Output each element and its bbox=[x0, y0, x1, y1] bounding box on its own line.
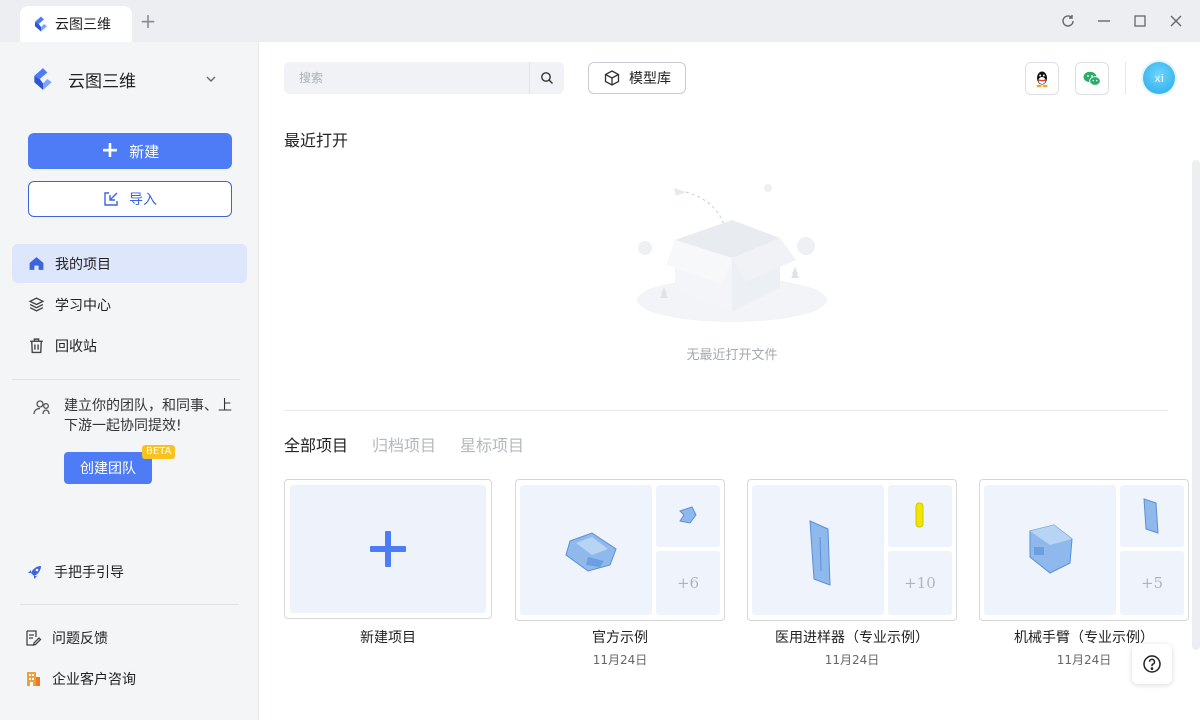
sidebar-item-label: 学习中心 bbox=[55, 297, 111, 314]
chevron-down-icon[interactable] bbox=[204, 72, 218, 86]
plus-icon[interactable]: + bbox=[138, 11, 158, 31]
project-card[interactable]: +10 bbox=[747, 479, 957, 621]
home-icon bbox=[29, 257, 44, 270]
tab-all-projects[interactable]: 全部项目 bbox=[284, 432, 348, 456]
project-name[interactable]: 官方示例 bbox=[515, 627, 725, 647]
toolbar-separator bbox=[1125, 62, 1126, 94]
brand-name: 云图三维 bbox=[68, 71, 136, 92]
brand[interactable]: 云图三维 bbox=[30, 66, 136, 92]
sidebar-divider bbox=[20, 604, 239, 605]
refresh-icon[interactable] bbox=[1058, 11, 1078, 31]
enterprise-label: 企业客户咨询 bbox=[52, 672, 136, 688]
model-library-label: 模型库 bbox=[629, 71, 671, 87]
app-logo-icon bbox=[35, 16, 47, 32]
section-divider bbox=[284, 410, 1168, 411]
more-count: +10 bbox=[888, 551, 952, 615]
project-thumbnail bbox=[520, 485, 652, 615]
import-button-label: 导入 bbox=[129, 192, 157, 208]
more-count: +5 bbox=[1120, 551, 1184, 615]
qq-button[interactable] bbox=[1025, 62, 1059, 95]
app-logo-icon bbox=[34, 68, 52, 90]
feedback-label: 问题反馈 bbox=[52, 631, 108, 647]
sidebar-item-learning-center[interactable]: 学习中心 bbox=[12, 285, 247, 324]
plus-icon: + bbox=[100, 138, 120, 163]
project-thumbnail bbox=[752, 485, 884, 615]
model-library-button[interactable]: 模型库 bbox=[588, 62, 686, 94]
qq-icon bbox=[1036, 71, 1048, 87]
trash-icon bbox=[30, 338, 43, 354]
tab-archived-projects[interactable]: 归档项目 bbox=[372, 432, 436, 456]
project-card[interactable]: +5 bbox=[979, 479, 1189, 621]
import-button[interactable]: 导入 bbox=[28, 181, 232, 217]
new-project-label: 新建项目 bbox=[360, 630, 416, 646]
import-icon bbox=[104, 192, 118, 206]
project-date: 11月24日 bbox=[824, 653, 880, 667]
wechat-button[interactable] bbox=[1075, 62, 1109, 95]
project-card[interactable]: +6 bbox=[515, 479, 725, 621]
building-icon bbox=[27, 672, 40, 686]
search-input[interactable] bbox=[284, 62, 529, 94]
project-thumbnail bbox=[984, 485, 1116, 615]
cube-icon bbox=[604, 70, 620, 86]
title-bar: 云图三维 + bbox=[0, 0, 1200, 42]
layers-icon bbox=[28, 297, 45, 312]
sidebar-item-label: 回收站 bbox=[55, 338, 97, 355]
sidebar-item-recycle-bin[interactable]: 回收站 bbox=[12, 326, 247, 365]
search-button[interactable] bbox=[529, 62, 564, 94]
sidebar: 云图三维 + 新建 导入 我的项目 学习中心 回收站 建立你的团队，和同事、上下… bbox=[0, 42, 259, 720]
rocket-icon bbox=[28, 566, 41, 579]
project-thumbnail bbox=[656, 485, 720, 547]
scrollbar[interactable] bbox=[1192, 160, 1200, 650]
guide-label: 手把手引导 bbox=[54, 565, 124, 581]
help-icon bbox=[1143, 655, 1161, 673]
team-promo-text: 建立你的团队，和同事、上下游一起协同提效! bbox=[64, 398, 232, 434]
avatar[interactable]: xi bbox=[1143, 62, 1175, 94]
project-date: 11月24日 bbox=[592, 653, 648, 667]
app-tab[interactable]: 云图三维 bbox=[20, 6, 132, 42]
project-name[interactable]: 医用进样器（专业示例） bbox=[747, 627, 957, 647]
create-team-button[interactable]: 创建团队 bbox=[64, 452, 152, 484]
new-project-thumbnail bbox=[290, 485, 486, 613]
feedback-icon bbox=[26, 630, 42, 646]
more-count: +6 bbox=[656, 551, 720, 615]
project-thumbnail bbox=[1120, 485, 1184, 547]
empty-box-illustration bbox=[637, 184, 827, 322]
guide-link[interactable]: 手把手引导 bbox=[26, 562, 124, 582]
search-icon bbox=[541, 72, 553, 84]
tab-starred-projects[interactable]: 星标项目 bbox=[460, 432, 524, 456]
beta-badge: BETA bbox=[142, 445, 176, 459]
tab-title: 云图三维 bbox=[55, 17, 111, 33]
plus-icon bbox=[370, 531, 406, 567]
help-button[interactable] bbox=[1132, 644, 1172, 684]
enterprise-link[interactable]: 企业客户咨询 bbox=[24, 669, 136, 689]
wechat-icon bbox=[1083, 71, 1101, 86]
sidebar-item-label: 我的项目 bbox=[55, 256, 111, 273]
feedback-link[interactable]: 问题反馈 bbox=[24, 628, 108, 648]
project-thumbnail bbox=[888, 485, 952, 547]
close-icon[interactable] bbox=[1166, 11, 1186, 31]
new-button-label: 新建 bbox=[129, 142, 160, 161]
maximize-icon[interactable] bbox=[1130, 11, 1150, 31]
minimize-icon[interactable] bbox=[1094, 11, 1114, 31]
new-button[interactable]: + 新建 bbox=[28, 133, 232, 169]
search-box bbox=[284, 62, 564, 94]
sidebar-divider bbox=[12, 379, 240, 380]
team-icon bbox=[33, 400, 50, 415]
new-project-card[interactable] bbox=[284, 479, 492, 619]
sidebar-item-my-projects[interactable]: 我的项目 bbox=[12, 244, 247, 283]
empty-state-text: 无最近打开文件 bbox=[686, 348, 778, 363]
recent-title: 最近打开 bbox=[284, 131, 349, 150]
